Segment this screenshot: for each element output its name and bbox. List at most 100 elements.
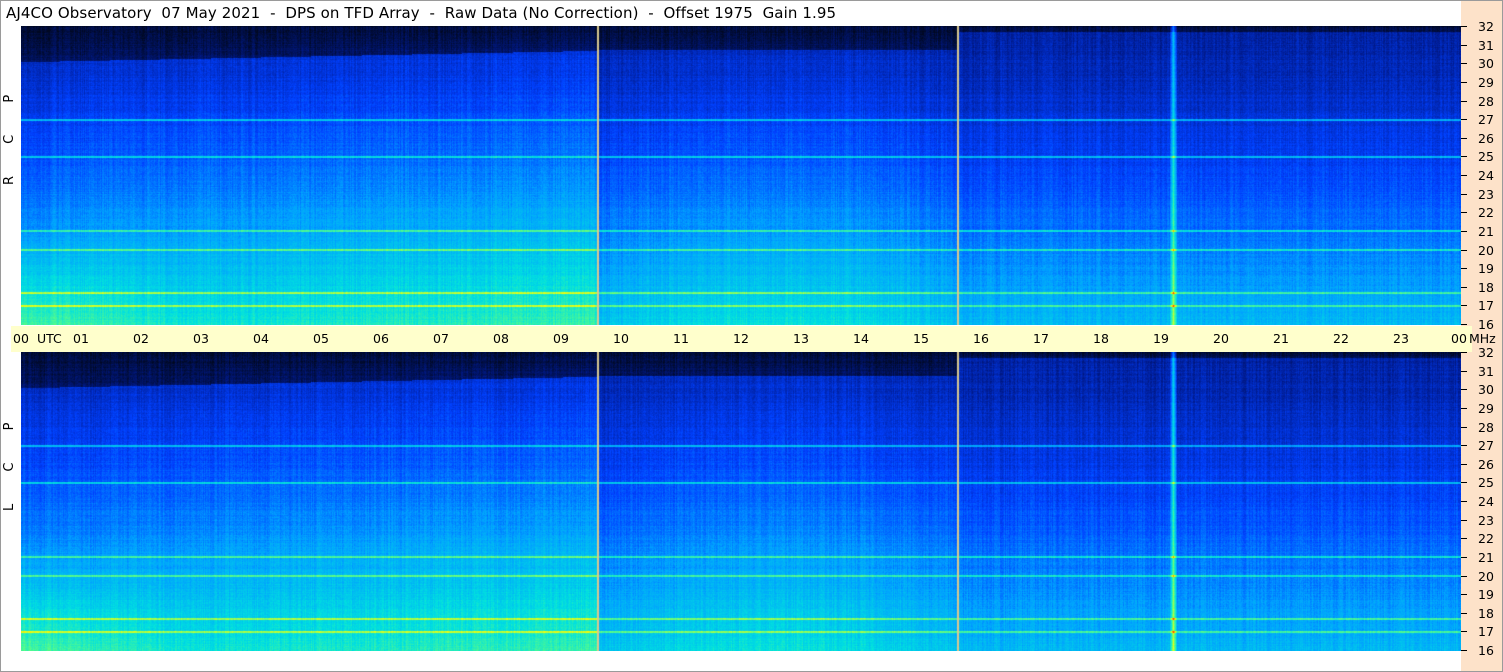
lcp-freq-tick-25 <box>1461 482 1467 484</box>
hour-label-07: 07 <box>433 331 449 346</box>
rcp-freq-label-31: 31 <box>1478 37 1494 53</box>
hour-label-11: 11 <box>673 331 689 346</box>
hour-label-13: 13 <box>793 331 809 346</box>
hour-label-12: 12 <box>733 331 749 346</box>
rcp-freq-label-27: 27 <box>1478 112 1494 128</box>
hour-label-09: 09 <box>553 331 569 346</box>
lcp-freq-tick-18 <box>1461 612 1467 614</box>
lcp-spectrogram-panel <box>21 352 1461 651</box>
hour-label-14: 14 <box>853 331 869 346</box>
rcp-freq-label-29: 29 <box>1478 74 1494 90</box>
hour-label-22: 22 <box>1333 331 1349 346</box>
rcp-freq-label-26: 26 <box>1478 130 1494 146</box>
lcp-freq-tick-23 <box>1461 519 1467 521</box>
lcp-spectrogram-heatmap <box>21 352 1461 651</box>
rcp-freq-label-17: 17 <box>1478 298 1494 314</box>
rcp-freq-tick-24 <box>1461 175 1467 176</box>
lcp-freq-label-17: 17 <box>1478 624 1494 640</box>
rcp-freq-label-32: 32 <box>1478 19 1494 34</box>
rcp-freq-tick-21 <box>1461 230 1467 232</box>
lcp-freq-tick-26 <box>1461 463 1467 465</box>
lcp-freq-tick-27 <box>1461 445 1467 447</box>
rcp-spectrogram-panel <box>21 26 1461 325</box>
time-start-label: 00 <box>13 331 29 346</box>
rcp-freq-label-30: 30 <box>1478 56 1494 72</box>
mhz-axis-label: MHz <box>1469 331 1496 346</box>
lcp-freq-label-20: 20 <box>1478 568 1494 584</box>
lcp-freq-label-26: 26 <box>1478 456 1494 472</box>
lcp-freq-label-28: 28 <box>1478 419 1494 435</box>
hour-label-10: 10 <box>613 331 629 346</box>
rcp-freq-tick-17 <box>1461 305 1467 307</box>
lcp-freq-label-30: 30 <box>1478 382 1494 398</box>
hour-label-16: 16 <box>973 331 989 346</box>
lcp-freq-tick-22 <box>1461 538 1467 540</box>
rcp-freq-label-28: 28 <box>1478 93 1494 109</box>
hour-label-01: 01 <box>73 331 89 346</box>
hour-label-21: 21 <box>1273 331 1289 346</box>
lcp-freq-tick-32 <box>1461 352 1467 353</box>
rcp-freq-tick-25 <box>1461 156 1467 158</box>
rcp-freq-label-23: 23 <box>1478 186 1494 202</box>
rcp-freq-tick-20 <box>1461 249 1467 251</box>
lcp-freq-label-18: 18 <box>1478 605 1494 621</box>
rcp-freq-label-19: 19 <box>1478 261 1494 277</box>
rcp-freq-label-18: 18 <box>1478 279 1494 295</box>
lcp-freq-label-27: 27 <box>1478 438 1494 454</box>
hour-label-15: 15 <box>913 331 929 346</box>
lcp-freq-tick-30 <box>1461 389 1467 391</box>
lcp-freq-label-23: 23 <box>1478 512 1494 528</box>
lcp-freq-label-24: 24 <box>1478 494 1494 509</box>
rcp-polarization-label: R C P <box>2 81 18 185</box>
rcp-freq-tick-27 <box>1461 119 1467 121</box>
rcp-freq-label-22: 22 <box>1478 205 1494 221</box>
hour-label-20: 20 <box>1213 331 1229 346</box>
lcp-freq-tick-31 <box>1461 370 1467 372</box>
lcp-freq-label-29: 29 <box>1478 400 1494 416</box>
lcp-freq-label-32: 32 <box>1478 345 1494 360</box>
lcp-freq-label-16: 16 <box>1478 643 1494 658</box>
hour-label-04: 04 <box>253 331 269 346</box>
lcp-freq-tick-19 <box>1461 594 1467 596</box>
rcp-freq-tick-30 <box>1461 63 1467 65</box>
hour-label-08: 08 <box>493 331 509 346</box>
rcp-freq-tick-19 <box>1461 268 1467 270</box>
lcp-freq-label-21: 21 <box>1478 549 1494 565</box>
lcp-freq-tick-21 <box>1461 556 1467 558</box>
lcp-freq-label-31: 31 <box>1478 363 1494 379</box>
lcp-polarization-label: L C P <box>2 409 18 511</box>
rcp-freq-tick-23 <box>1461 193 1467 195</box>
hour-label-06: 06 <box>373 331 389 346</box>
lcp-freq-label-22: 22 <box>1478 531 1494 547</box>
rcp-freq-label-24: 24 <box>1478 168 1494 183</box>
chart-title: AJ4CO Observatory 07 May 2021 - DPS on T… <box>6 4 837 22</box>
utc-time-axis: 00 UTC 01 02 03 04 05 06 07 08 09 10 11 12 13 14 15 16 1… <box>11 326 1496 352</box>
rcp-freq-tick-22 <box>1461 212 1467 214</box>
lcp-freq-label-19: 19 <box>1478 587 1494 603</box>
rcp-freq-tick-28 <box>1461 100 1467 102</box>
hour-label-05: 05 <box>313 331 329 346</box>
utc-axis-label: UTC <box>37 331 62 346</box>
rcp-freq-tick-16 <box>1461 324 1467 325</box>
rcp-freq-tick-26 <box>1461 137 1467 139</box>
lcp-freq-tick-17 <box>1461 631 1467 633</box>
lcp-freq-tick-16 <box>1461 650 1467 651</box>
lcp-freq-tick-29 <box>1461 407 1467 409</box>
time-end-label: 00 <box>1451 331 1467 346</box>
rcp-freq-label-25: 25 <box>1478 149 1494 165</box>
hour-label-19: 19 <box>1153 331 1169 346</box>
hour-label-18: 18 <box>1093 331 1109 346</box>
rcp-freq-tick-32 <box>1461 26 1467 27</box>
hour-label-02: 02 <box>133 331 149 346</box>
rcp-freq-tick-29 <box>1461 81 1467 83</box>
rcp-spectrogram-heatmap <box>21 26 1461 325</box>
lcp-freq-label-25: 25 <box>1478 475 1494 491</box>
lcp-freq-tick-28 <box>1461 426 1467 428</box>
hour-label-17: 17 <box>1033 331 1049 346</box>
rcp-freq-label-20: 20 <box>1478 242 1494 258</box>
hour-label-03: 03 <box>193 331 209 346</box>
lcp-freq-tick-24 <box>1461 501 1467 502</box>
hour-label-23: 23 <box>1393 331 1409 346</box>
rcp-freq-tick-18 <box>1461 286 1467 288</box>
lcp-freq-tick-20 <box>1461 575 1467 577</box>
